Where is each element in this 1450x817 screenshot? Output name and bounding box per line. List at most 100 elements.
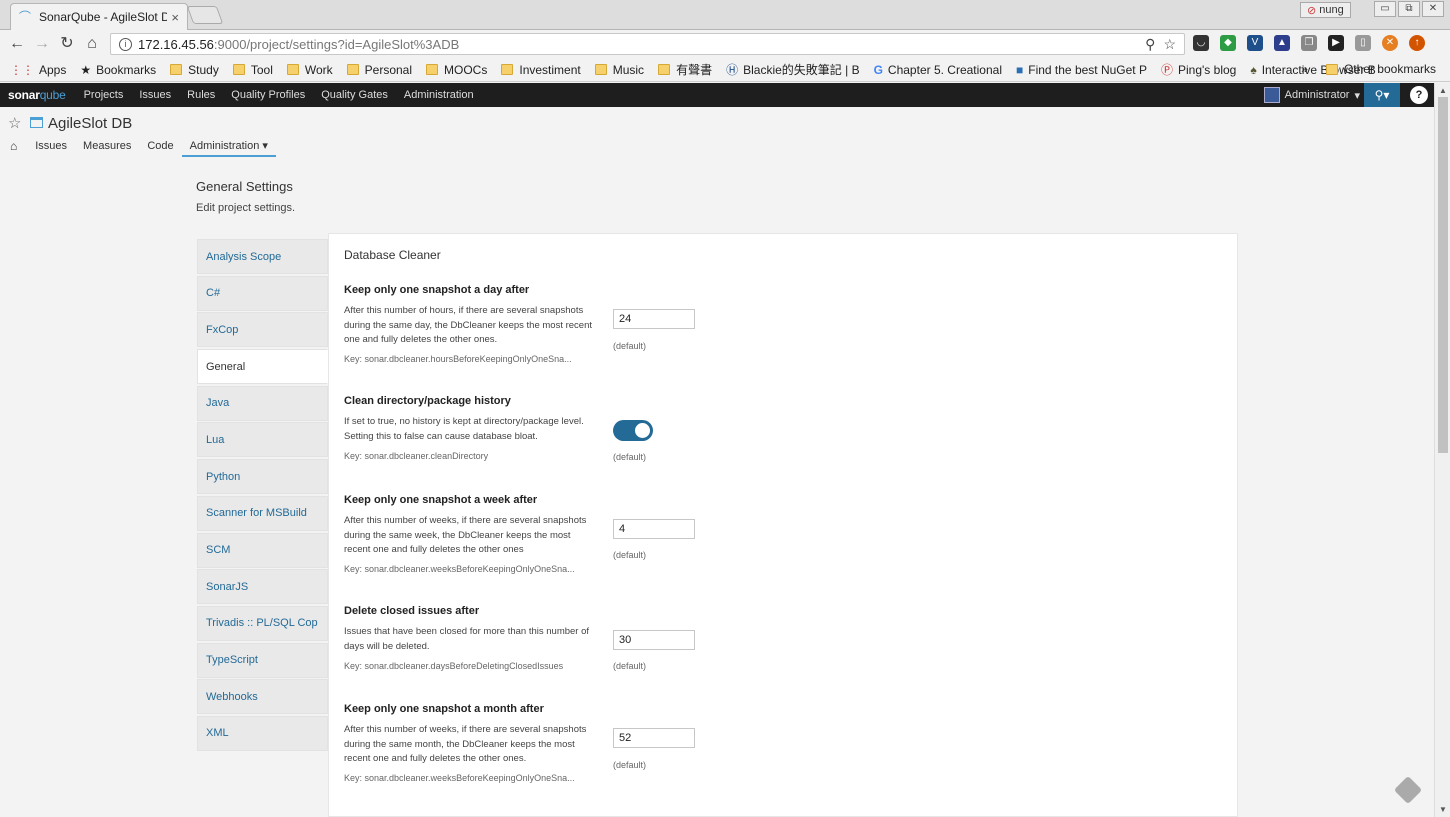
scroll-up-icon[interactable]: ▲ — [1439, 86, 1447, 95]
help-icon[interactable]: ? — [1410, 86, 1428, 104]
minimize-button[interactable]: ▭ — [1374, 1, 1396, 17]
bookmark-folder-moocs[interactable]: MOOCs — [426, 63, 487, 77]
bookmark-blackie[interactable]: Ⓗ Blackie的失敗筆記 | B — [726, 61, 860, 78]
setting-description: After this number of hours, if there are… — [344, 305, 593, 345]
bookmarks-overflow-icon[interactable]: » — [1301, 62, 1308, 76]
category-webhooks[interactable]: Webhooks — [197, 679, 328, 715]
search-button[interactable]: ⚲▾ — [1364, 83, 1400, 107]
setting-key: Key: sonar.dbcleaner.daysBeforeDeletingC… — [344, 661, 564, 671]
weeks-input[interactable] — [613, 519, 695, 539]
scrollbar-thumb[interactable] — [1438, 97, 1448, 453]
address-bar[interactable]: i 172.16.45.56 :9000/project/settings?id… — [110, 33, 1185, 55]
sonarqube-logo[interactable]: sonarqube — [0, 88, 76, 102]
user-menu[interactable]: Administrator ▾ — [1263, 83, 1360, 107]
feedly-extension-icon[interactable]: ◆ — [1220, 35, 1236, 51]
default-label: (default) — [613, 760, 647, 770]
nav-projects[interactable]: Projects — [76, 89, 132, 101]
category-scanner-msbuild[interactable]: Scanner for MSBuild — [197, 495, 328, 531]
category-fxcop[interactable]: FxCop — [197, 312, 328, 348]
upload-extension-icon[interactable]: ↑ — [1409, 35, 1425, 51]
category-java[interactable]: Java — [197, 385, 328, 421]
hours-input[interactable] — [613, 309, 695, 329]
pinterest-icon: Ⓟ — [1160, 63, 1173, 77]
bookmark-folder-music[interactable]: Music — [594, 63, 644, 77]
category-sonarjs[interactable]: SonarJS — [197, 569, 328, 605]
home-icon[interactable]: ⌂ — [82, 34, 102, 54]
bookmark-folder-investiment[interactable]: Investiment — [501, 63, 581, 77]
setting-month-snapshot: Keep only one snapshot a month after Aft… — [344, 703, 1224, 783]
bookmark-folder-work[interactable]: Work — [286, 63, 333, 77]
reader-extension-icon[interactable]: ▯ — [1355, 35, 1371, 51]
nav-quality-gates[interactable]: Quality Gates — [313, 89, 396, 101]
setting-key: Key: sonar.dbcleaner.cleanDirectory — [344, 451, 489, 461]
setting-name: Keep only one snapshot a day after — [344, 284, 530, 296]
extension-icon[interactable]: ▲ — [1274, 35, 1290, 51]
nav-rules[interactable]: Rules — [179, 89, 223, 101]
bookmark-chapter5[interactable]: G Chapter 5. Creational — [874, 63, 1002, 77]
folder-icon — [346, 64, 359, 75]
bookmarks-bar: ⋮⋮ Apps ★ Bookmarks Study Tool Work Person… — [0, 58, 1450, 82]
restore-button[interactable]: ⧉ — [1398, 1, 1420, 17]
default-label: (default) — [613, 550, 647, 560]
new-tab-button[interactable] — [186, 6, 224, 24]
page-scrollbar[interactable]: ▲ ▼ — [1434, 83, 1450, 817]
tab-administration[interactable]: Administration ▾ — [181, 139, 276, 157]
default-label: (default) — [613, 341, 647, 351]
browser-tabstrip: ⌒ SonarQube - AgileSlot D × ⊘ nung ▭ ⧉ ✕ — [0, 0, 1450, 30]
bookmark-folder-tool[interactable]: Tool — [232, 63, 273, 77]
zoom-icon[interactable]: ⚲ — [1145, 36, 1155, 53]
folder-icon — [232, 64, 245, 75]
category-trivadis[interactable]: Trivadis :: PL/SQL Cop — [197, 605, 328, 641]
browser-tab[interactable]: ⌒ SonarQube - AgileSlot D × — [10, 3, 188, 30]
days-input[interactable] — [613, 630, 695, 650]
orange-extension-icon[interactable]: ✕ — [1382, 35, 1398, 51]
category-typescript[interactable]: TypeScript — [197, 642, 328, 678]
clean-directory-toggle[interactable] — [613, 420, 653, 441]
copy-extension-icon[interactable]: ❐ — [1301, 35, 1317, 51]
reload-icon[interactable]: ↻ — [57, 34, 77, 54]
sonarlint-float-icon[interactable] — [1393, 775, 1423, 805]
months-input[interactable] — [613, 728, 695, 748]
back-arrow-icon[interactable]: ← — [7, 34, 27, 54]
category-csharp[interactable]: C# — [197, 275, 328, 311]
bookmark-folder-study[interactable]: Study — [170, 63, 219, 77]
category-lua[interactable]: Lua — [197, 422, 328, 458]
tab-close-icon[interactable]: × — [171, 10, 179, 25]
project-home-icon[interactable]: ⌂ — [8, 139, 27, 157]
tab-issues[interactable]: Issues — [27, 140, 75, 156]
browser-toolbar: ← → ↻ ⌂ i 172.16.45.56 :9000/project/set… — [0, 30, 1450, 58]
scroll-down-icon[interactable]: ▼ — [1439, 805, 1447, 814]
nav-issues[interactable]: Issues — [131, 89, 179, 101]
category-python[interactable]: Python — [197, 459, 328, 495]
page-subtitle: Edit project settings. — [196, 202, 296, 214]
bookmark-pings-blog[interactable]: Ⓟ Ping's blog — [1161, 61, 1236, 78]
player-extension-icon[interactable]: ▶ — [1328, 35, 1344, 51]
category-scm[interactable]: SCM — [197, 532, 328, 568]
nav-administration[interactable]: Administration — [396, 89, 482, 101]
bookmark-folder-personal[interactable]: Personal — [346, 63, 412, 77]
tab-measures[interactable]: Measures — [75, 140, 139, 156]
bookmark-nuget[interactable]: ■ Find the best NuGet P — [1016, 63, 1147, 77]
setting-description: If set to true, no history is kept at di… — [344, 416, 584, 442]
nav-quality-profiles[interactable]: Quality Profiles — [223, 89, 313, 101]
profile-button[interactable]: ⊘ nung — [1300, 2, 1351, 18]
site-info-icon[interactable]: i — [119, 37, 132, 51]
favorite-star-icon[interactable]: ☆ — [8, 114, 21, 132]
tab-code[interactable]: Code — [139, 140, 181, 156]
default-label: (default) — [613, 452, 647, 462]
setting-name: Delete closed issues after — [344, 605, 480, 617]
close-window-button[interactable]: ✕ — [1422, 1, 1444, 17]
category-analysis-scope[interactable]: Analysis Scope — [197, 239, 328, 274]
bookmark-other[interactable]: Other bookmarks — [1325, 62, 1436, 76]
bookmark-apps[interactable]: ⋮⋮ Apps — [10, 63, 66, 77]
bookmark-star-icon[interactable]: ☆ — [1163, 36, 1176, 53]
v-extension-icon[interactable]: V — [1247, 35, 1263, 51]
bookmark-folder-audiobooks[interactable]: 有聲書 — [658, 61, 712, 78]
forward-arrow-icon[interactable]: → — [32, 34, 52, 54]
url-host: 172.16.45.56 — [138, 36, 214, 52]
pocket-extension-icon[interactable]: ◡ — [1193, 35, 1209, 51]
category-xml[interactable]: XML — [197, 715, 328, 751]
setting-delete-closed-issues: Delete closed issues after Issues that h… — [344, 605, 1224, 671]
bookmark-bookmarks[interactable]: ★ Bookmarks — [80, 63, 156, 77]
category-general[interactable]: General — [197, 349, 328, 385]
